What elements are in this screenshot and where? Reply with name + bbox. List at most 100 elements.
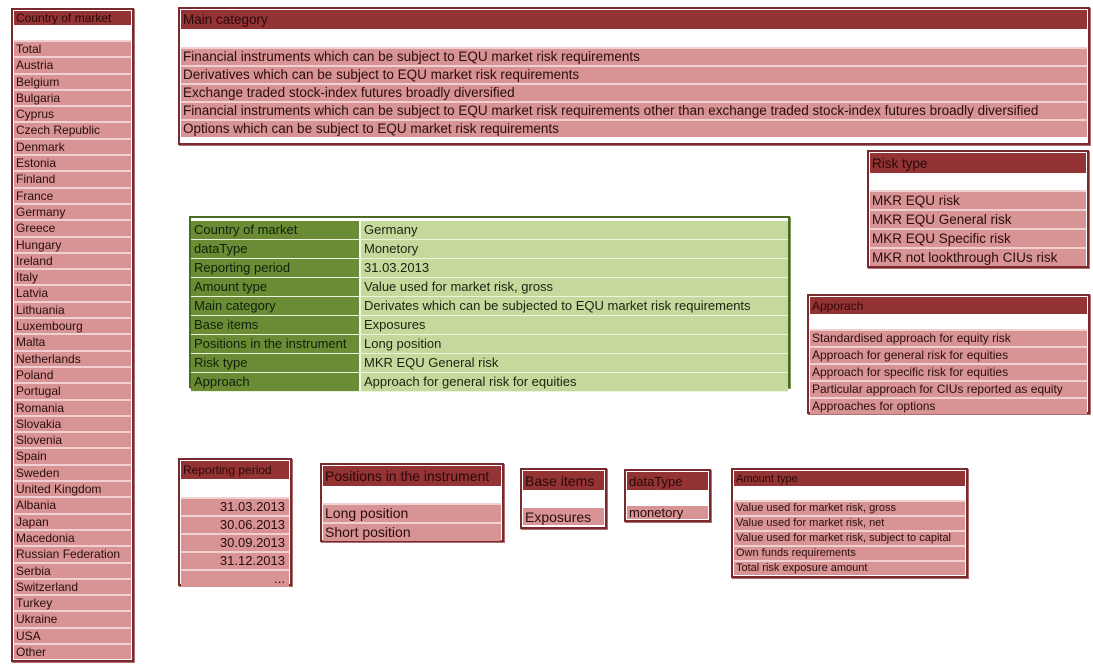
positions-blank-row[interactable] <box>323 486 501 503</box>
summary-key: Reporting period <box>191 259 361 277</box>
data-type-items: monetory <box>627 506 708 519</box>
country-list-item[interactable]: Total <box>14 40 131 57</box>
country-list-item[interactable]: Hungary <box>14 235 131 252</box>
country-list-item[interactable]: United Kingdom <box>14 480 131 497</box>
reporting-period-blank-row[interactable] <box>181 480 289 497</box>
country-list-item[interactable]: Poland <box>14 365 131 383</box>
summary-value: Germany <box>361 221 788 239</box>
country-list-item[interactable]: Other <box>14 642 131 660</box>
summary-row: Positions in the instrument Long position <box>191 335 788 354</box>
main-category-item[interactable]: Derivatives which can be subject to EQU … <box>181 65 1087 83</box>
positions-header: Positions in the instrument <box>323 466 501 486</box>
country-list-item[interactable]: Albania <box>14 496 131 513</box>
summary-row: Country of market Germany <box>191 221 788 240</box>
amount-type-blank-row[interactable] <box>734 486 965 500</box>
country-list-item[interactable]: Sweden <box>14 463 131 481</box>
country-list-item[interactable]: Germany <box>14 202 131 220</box>
country-list-item[interactable]: Belgium <box>14 72 131 89</box>
summary-value: MKR EQU General risk <box>361 354 788 372</box>
amount-type-header: Amount type <box>734 471 965 486</box>
approach-items: Standardised approach for equity risk App… <box>810 329 1087 414</box>
country-list-item[interactable]: Cyprus <box>14 105 131 122</box>
country-list-item[interactable]: Greece <box>14 219 131 236</box>
country-list-item[interactable]: Japan <box>14 512 131 529</box>
base-items-blank-row[interactable] <box>523 490 604 508</box>
country-list-item[interactable]: Spain <box>14 447 131 464</box>
main-category-item[interactable]: Financial instruments which can be subje… <box>181 101 1087 119</box>
risk-type-blank-row[interactable] <box>870 173 1086 190</box>
country-list-item[interactable]: Finland <box>14 170 131 187</box>
base-items-header: Base items <box>523 471 604 490</box>
amount-type-item[interactable]: Value used for market risk, subject to c… <box>734 530 965 545</box>
country-list-item[interactable]: Lithuania <box>14 300 131 318</box>
reporting-period-list: Reporting period 31.03.2013 30.06.2013 30.… <box>178 458 292 587</box>
country-list-item[interactable]: Serbia <box>14 561 131 578</box>
country-list-item[interactable]: Denmark <box>14 137 131 155</box>
country-list-item[interactable]: Czech Republic <box>14 121 131 138</box>
country-list-item[interactable]: Luxembourg <box>14 317 131 334</box>
country-list-item[interactable]: Slovakia <box>14 414 131 432</box>
main-category-blank-row[interactable] <box>181 29 1087 47</box>
approach-list: Apporach Standardised approach for equit… <box>807 294 1090 414</box>
reporting-period-item[interactable]: 30.06.2013 <box>181 515 289 533</box>
data-type-blank-row[interactable] <box>627 490 708 506</box>
main-category-item[interactable]: Exchange traded stock-index futures broa… <box>181 83 1087 101</box>
position-item[interactable]: Long position <box>323 503 501 522</box>
country-list-item[interactable]: USA <box>14 626 131 643</box>
summary-key: dataType <box>191 240 361 258</box>
base-items: Exposures <box>523 508 604 525</box>
country-list-blank-row[interactable] <box>14 25 131 40</box>
amount-type-item[interactable]: Total risk exposure amount <box>734 560 965 575</box>
country-list-item[interactable]: Ireland <box>14 251 131 269</box>
approach-item[interactable]: Standardised approach for equity risk <box>810 329 1087 346</box>
risk-type-item[interactable]: MKR EQU risk <box>870 190 1086 209</box>
approach-item[interactable]: Approach for general risk for equities <box>810 346 1087 363</box>
country-list-item[interactable]: Russian Federation <box>14 545 131 562</box>
country-list-item[interactable]: Estonia <box>14 154 131 171</box>
risk-type-item[interactable]: MKR EQU General risk <box>870 209 1086 228</box>
data-type-item[interactable]: monetory <box>627 506 708 519</box>
main-category-item[interactable]: Financial instruments which can be subje… <box>181 47 1087 65</box>
country-list-item[interactable]: Malta <box>14 333 131 350</box>
summary-row: Reporting period 31.03.2013 <box>191 259 788 278</box>
summary-row: dataType Monetory <box>191 240 788 259</box>
country-list-item[interactable]: Slovenia <box>14 431 131 448</box>
base-item[interactable]: Exposures <box>523 508 604 525</box>
country-list-item[interactable]: Netherlands <box>14 349 131 366</box>
approach-item[interactable]: Particular approach for CIUs reported as… <box>810 380 1087 397</box>
country-list-item[interactable]: Bulgaria <box>14 88 131 106</box>
amount-type-item[interactable]: Own funds requirements <box>734 545 965 560</box>
country-list-item[interactable]: Switzerland <box>14 577 131 595</box>
approach-item[interactable]: Approach for specific risk for equities <box>810 363 1087 380</box>
country-list-item[interactable]: Austria <box>14 56 131 73</box>
main-category-item[interactable]: Options which can be subject to EQU mark… <box>181 119 1087 137</box>
reporting-period-item[interactable]: ... <box>181 569 289 587</box>
amount-type-item[interactable]: Value used for market risk, gross <box>734 500 965 515</box>
country-list-item[interactable]: Ukraine <box>14 610 131 627</box>
approach-blank-row[interactable] <box>810 314 1087 329</box>
country-list-header: Country of market <box>14 11 131 25</box>
main-category-list: Main category Financial instruments whic… <box>178 7 1090 145</box>
approach-item[interactable]: Approaches for options <box>810 397 1087 414</box>
amount-type-item[interactable]: Value used for market risk, net <box>734 515 965 530</box>
position-item[interactable]: Short position <box>323 522 501 541</box>
risk-type-item[interactable]: MKR not lookthrough CIUs risk <box>870 247 1086 266</box>
reporting-period-item[interactable]: 31.12.2013 <box>181 551 289 569</box>
amount-type-list: Amount type Value used for market risk, … <box>731 468 968 578</box>
summary-row: Approach Approach for general risk for eq… <box>191 373 788 392</box>
risk-type-item[interactable]: MKR EQU Specific risk <box>870 228 1086 247</box>
reporting-period-item[interactable]: 31.03.2013 <box>181 497 289 515</box>
reporting-period-item[interactable]: 30.09.2013 <box>181 533 289 551</box>
country-list-item[interactable]: Italy <box>14 268 131 285</box>
country-list-item[interactable]: Macedonia <box>14 528 131 546</box>
summary-row: Risk type MKR EQU General risk <box>191 354 788 373</box>
summary-value: Monetory <box>361 240 788 258</box>
data-type-header: dataType <box>627 472 708 490</box>
country-list-item[interactable]: Turkey <box>14 594 131 611</box>
country-list-item[interactable]: Latvia <box>14 284 131 301</box>
country-list-item[interactable]: France <box>14 186 131 203</box>
country-list-item[interactable]: Portugal <box>14 382 131 399</box>
country-list-item[interactable]: Romania <box>14 398 131 415</box>
summary-value: Approach for general risk for equities <box>361 373 788 391</box>
summary-value: Exposures <box>361 316 788 334</box>
